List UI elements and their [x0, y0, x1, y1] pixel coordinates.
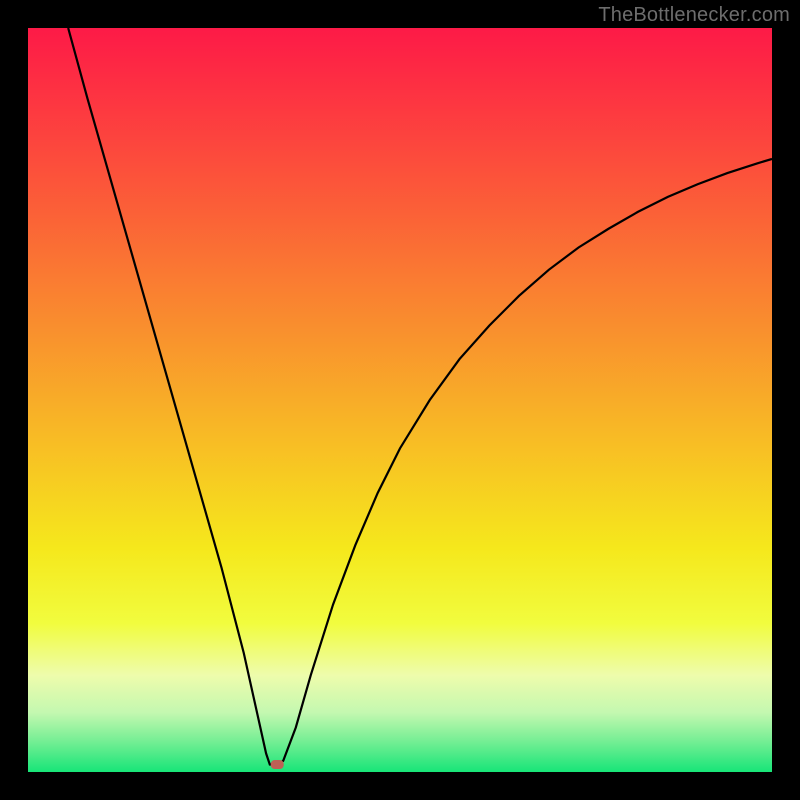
optimal-point-marker — [271, 760, 284, 769]
bottleneck-chart — [28, 28, 772, 772]
plot-area — [28, 28, 772, 772]
watermark-text: TheBottlenecker.com — [598, 4, 790, 27]
chart-frame: TheBottlenecker.com — [0, 0, 800, 800]
gradient-background — [28, 28, 772, 772]
